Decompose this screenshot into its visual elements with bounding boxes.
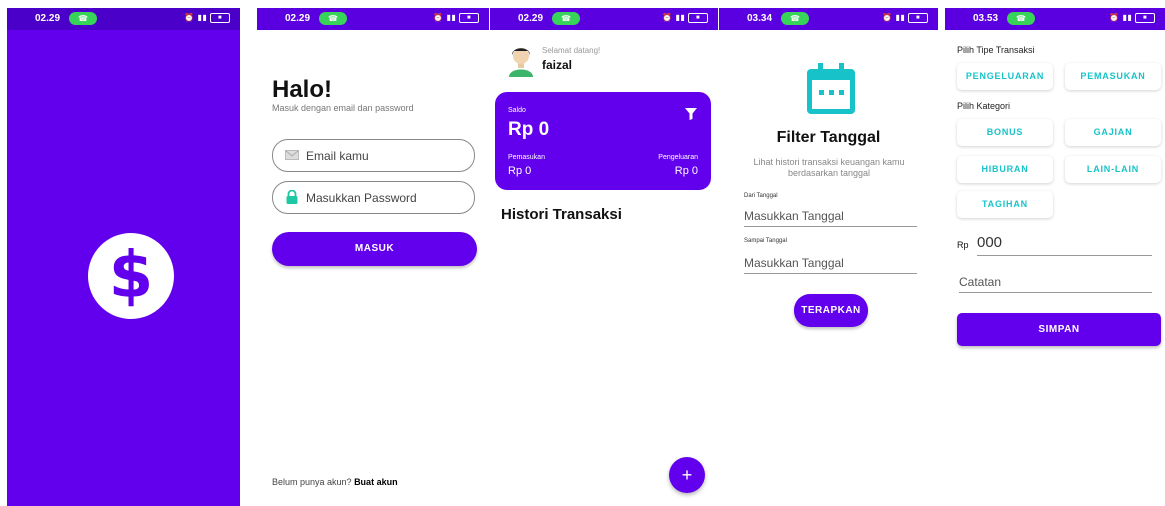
signal-battery-icon: ⏰ ▮▮ ■: [433, 13, 479, 23]
balance-label: Saldo: [508, 107, 526, 114]
username: faizal: [542, 58, 573, 72]
page-title: Halo!: [272, 76, 332, 103]
type-income-button[interactable]: PEMASUKAN: [1065, 63, 1161, 90]
call-pill-icon: ☎: [781, 12, 809, 25]
save-button[interactable]: SIMPAN: [957, 313, 1161, 346]
call-pill-icon: ☎: [69, 12, 97, 25]
to-date-label: Sampai Tanggal: [744, 238, 787, 244]
history-title: Histori Transaksi: [501, 206, 622, 223]
apply-button[interactable]: TERAPKAN: [794, 294, 868, 327]
email-placeholder: Email kamu: [306, 149, 369, 163]
signal-battery-icon: ⏰ ▮▮ ■: [1109, 13, 1155, 23]
call-pill-icon: ☎: [319, 12, 347, 25]
page-description: Lihat histori transaksi keuangan kamu be…: [753, 157, 905, 178]
status-bar: 03.34 ☎ ⏰ ▮▮ ■: [719, 8, 938, 30]
status-time: 03.53: [973, 13, 999, 24]
avatar: [509, 48, 533, 77]
filter-screen: 03.34 ☎ ⏰ ▮▮ ■ Filter Tanggal Lihat hist…: [719, 8, 938, 506]
to-date-input[interactable]: Masukkan Tanggal: [744, 256, 917, 274]
login-button[interactable]: MASUK: [272, 232, 477, 266]
transaction-type-label: Pilih Tipe Transaksi: [957, 45, 1035, 55]
currency-prefix: Rp: [957, 240, 969, 250]
splash-screen: 02.29 ☎ ⏰ ▮▮ ■ $: [7, 8, 240, 506]
status-bar: 02.29 ☎ ⏰ ▮▮ ■: [7, 8, 240, 30]
lock-icon: [286, 190, 298, 204]
income-label: Pemasukan: [508, 154, 545, 161]
category-lain-lain[interactable]: LAIN-LAIN: [1065, 156, 1161, 183]
signup-link[interactable]: Buat akun: [354, 477, 398, 487]
category-label: Pilih Kategori: [957, 101, 1011, 111]
status-bar: 02.29 ☎ ⏰ ▮▮ ■: [490, 8, 718, 30]
status-time: 02.29: [285, 13, 311, 24]
page-title: Filter Tanggal: [776, 129, 881, 146]
call-pill-icon: ☎: [1007, 12, 1035, 25]
status-time: 03.34: [747, 13, 773, 24]
from-date-input[interactable]: Masukkan Tanggal: [744, 209, 917, 227]
password-placeholder: Masukkan Password: [306, 191, 417, 205]
signup-footer: Belum punya akun? Buat akun: [272, 477, 398, 487]
type-expense-button[interactable]: PENGELUARAN: [957, 63, 1053, 90]
category-tagihan[interactable]: TAGIHAN: [957, 191, 1053, 218]
welcome-text: Selamat datang!: [542, 46, 601, 55]
balance-card: Saldo Rp 0 Pemasukan Pengeluaran Rp 0 Rp…: [495, 92, 711, 190]
status-time: 02.29: [35, 13, 61, 24]
status-time: 02.29: [518, 13, 544, 24]
filter-icon[interactable]: [685, 108, 697, 120]
expense-value: Rp 0: [674, 165, 698, 177]
income-value: Rp 0: [508, 165, 532, 177]
email-field[interactable]: Email kamu: [272, 139, 475, 172]
calendar-icon: [807, 63, 855, 114]
home-screen: 02.29 ☎ ⏰ ▮▮ ■ Selamat datang! faizal Sa…: [490, 8, 718, 506]
expense-label: Pengeluaran: [658, 154, 698, 161]
category-bonus[interactable]: BONUS: [957, 119, 1053, 146]
signup-prefix: Belum punya akun?: [272, 477, 355, 487]
status-bar: 03.53 ☎ ⏰ ▮▮ ■: [945, 8, 1165, 30]
note-input[interactable]: Catatan: [959, 275, 1152, 293]
amount-input[interactable]: 000: [977, 234, 1152, 256]
category-hiburan[interactable]: HIBURAN: [957, 156, 1053, 183]
status-bar: 02.29 ☎ ⏰ ▮▮ ■: [257, 8, 489, 30]
mail-icon: [285, 150, 299, 160]
signal-battery-icon: ⏰ ▮▮ ■: [662, 13, 708, 23]
page-subtitle: Masuk dengan email dan password: [272, 103, 414, 113]
from-date-label: Dari Tanggal: [744, 193, 778, 199]
signal-battery-icon: ⏰ ▮▮ ■: [882, 13, 928, 23]
call-pill-icon: ☎: [552, 12, 580, 25]
password-field[interactable]: Masukkan Password: [272, 181, 475, 214]
dollar-logo-icon: $: [88, 233, 174, 319]
signal-battery-icon: ⏰ ▮▮ ■: [184, 13, 230, 23]
login-screen: 02.29 ☎ ⏰ ▮▮ ■ Halo! Masuk dengan email …: [257, 8, 489, 506]
add-transaction-screen: 03.53 ☎ ⏰ ▮▮ ■ Pilih Tipe Transaksi PENG…: [945, 8, 1165, 506]
add-transaction-button[interactable]: +: [669, 457, 705, 493]
balance-value: Rp 0: [508, 119, 550, 140]
category-gajian[interactable]: GAJIAN: [1065, 119, 1161, 146]
